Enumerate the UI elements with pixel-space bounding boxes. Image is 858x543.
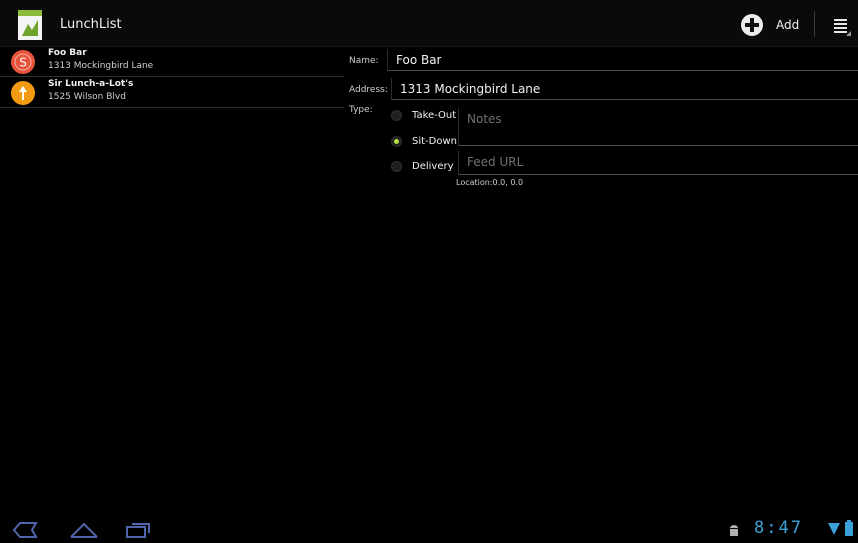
radio-label: Sit-Down — [412, 136, 457, 147]
radio-delivery[interactable]: Delivery — [391, 161, 454, 172]
recent-apps-icon[interactable] — [124, 521, 152, 539]
home-icon[interactable] — [68, 519, 100, 539]
system-navigation-bar — [0, 513, 858, 543]
radio-selected-icon — [391, 136, 402, 147]
battery-icon — [845, 520, 853, 536]
restaurant-name: Sir Lunch-a-Lot's — [48, 79, 134, 89]
type-label: Type: — [349, 105, 373, 115]
radio-circle-icon — [391, 110, 402, 121]
radio-circle-icon — [391, 161, 402, 172]
android-debug-icon — [730, 525, 738, 536]
sit-down-restaurant-icon: S — [11, 50, 35, 74]
notes-field[interactable]: Notes — [458, 108, 858, 146]
restaurant-address: 1313 Mockingbird Lane — [48, 61, 154, 71]
restaurant-name: Foo Bar — [48, 48, 87, 58]
add-button[interactable]: Add — [740, 12, 799, 38]
add-button-label: Add — [776, 18, 800, 32]
take-out-restaurant-icon — [11, 81, 35, 105]
app-icon — [18, 10, 42, 40]
feed-url-field[interactable]: Feed URL — [458, 151, 858, 175]
name-label: Name: — [349, 56, 379, 66]
back-icon[interactable] — [10, 521, 40, 539]
restaurant-list: S Foo Bar 1313 Mockingbird Lane Sir Lunc… — [0, 46, 344, 108]
radio-label: Delivery — [412, 161, 454, 172]
radio-label: Take-Out — [412, 110, 457, 121]
action-divider — [814, 11, 815, 37]
name-field[interactable]: Foo Bar — [387, 49, 858, 71]
overflow-menu-icon[interactable] — [832, 15, 852, 37]
status-clock: 8:47 — [754, 518, 803, 538]
wifi-signal-icon — [828, 523, 840, 535]
plus-circle-icon — [741, 14, 763, 36]
radio-take-out[interactable]: Take-Out — [391, 110, 456, 121]
radio-sit-down[interactable]: Sit-Down — [391, 136, 457, 147]
restaurant-address: 1525 Wilson Blvd — [48, 92, 126, 102]
svg-text:S: S — [19, 56, 27, 70]
address-field[interactable]: 1313 Mockingbird Lane — [391, 78, 858, 100]
location-text: Location:0.0, 0.0 — [456, 178, 524, 187]
address-label: Address: — [349, 85, 388, 95]
action-bar: LunchList Add — [0, 0, 858, 47]
list-item[interactable]: S Foo Bar 1313 Mockingbird Lane — [0, 46, 344, 77]
app-title: LunchList — [60, 17, 122, 32]
list-item[interactable]: Sir Lunch-a-Lot's 1525 Wilson Blvd — [0, 77, 344, 108]
